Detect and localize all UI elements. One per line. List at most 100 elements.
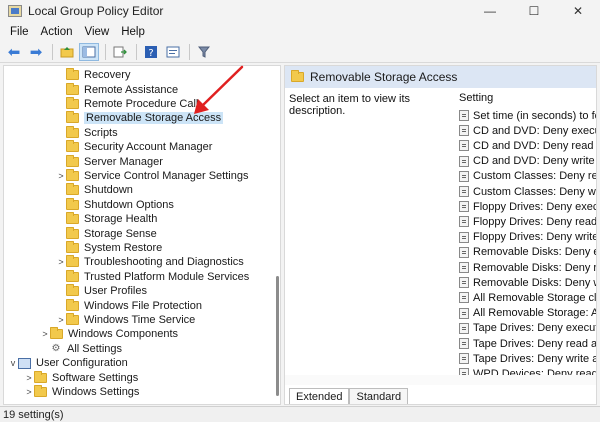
tree-item[interactable]: Storage Health [56,212,157,226]
back-arrow-icon[interactable]: ⬅ [4,43,24,61]
tree-item-label: Shutdown Options [84,198,174,211]
setting-label: All Removable Storage: Allo [473,307,597,320]
setting-label: Tape Drives: Deny execute a [473,322,596,335]
chevron-right-icon[interactable]: > [24,373,34,383]
policy-setting-icon [459,201,469,213]
help-icon[interactable]: ? [141,43,161,61]
properties-icon[interactable] [163,43,183,61]
red-annotation-arrow-icon [194,65,244,114]
setting-row[interactable]: CD and DVD: Deny execute [459,123,596,138]
forward-arrow-icon[interactable]: ➡ [26,43,46,61]
tree-item-label: Storage Health [84,213,158,226]
up-folder-icon[interactable] [57,43,77,61]
folder-icon [34,384,47,397]
tree-item[interactable]: Server Manager [56,154,163,168]
folder-icon [66,255,79,268]
folder-icon [66,140,79,153]
tree-item[interactable]: Security Account Manager [56,140,212,154]
setting-row[interactable]: Set time (in seconds) to for [459,108,596,123]
chevron-down-icon[interactable]: v [8,358,18,368]
policy-setting-icon [459,353,469,365]
tree-item-label: Server Manager [84,155,163,168]
setting-row[interactable]: CD and DVD: Deny read acc [459,138,596,153]
tree-item[interactable]: Remote Procedure Call [56,96,198,111]
tree-scrollbar-thumb[interactable] [276,276,279,396]
setting-row[interactable]: Tape Drives: Deny execute a [459,321,596,336]
export-list-icon[interactable] [110,43,130,61]
setting-row[interactable]: Removable Disks: Deny rea [459,260,597,275]
setting-row[interactable]: All Removable Storage clas [459,290,597,305]
policy-setting-icon [459,246,469,258]
maximize-button[interactable]: ☐ [512,0,556,22]
tree-item[interactable]: Remote Assistance [56,82,178,96]
show-hide-tree-icon[interactable] [79,42,99,61]
tree-item-label: Service Control Manager Settings [84,169,249,182]
setting-label: Removable Disks: Deny rea [473,261,597,274]
chevron-right-icon[interactable]: > [56,257,66,267]
chevron-right-icon[interactable]: > [24,387,34,397]
folder-icon [66,284,79,297]
tree-item[interactable]: > Service Control Manager Settings [56,168,249,183]
menu-view[interactable]: View [79,26,116,38]
tree-item[interactable]: Storage Sense [56,226,157,240]
tree-item[interactable]: Scripts [56,125,118,140]
chevron-right-icon[interactable]: > [56,315,66,325]
setting-row[interactable]: All Removable Storage: Allo [459,306,597,321]
policy-setting-icon [459,292,469,304]
folder-icon [50,327,63,340]
policy-setting-icon [459,170,469,182]
chevron-right-icon[interactable]: > [40,329,50,339]
setting-row[interactable]: Removable Disks: Deny writ [459,275,596,290]
tree-item-label: User Profiles [84,285,147,298]
tree-item[interactable]: System Restore [56,240,162,255]
tree-item[interactable]: Recovery [56,68,130,82]
setting-row[interactable]: Tape Drives: Deny write acc [459,351,596,366]
setting-row[interactable]: Custom Classes: Deny write [459,184,596,199]
tree-item[interactable]: > Windows Settings [24,384,139,399]
policy-setting-icon [459,338,469,349]
toolbar-separator [105,43,106,60]
menu-bar: File Action View Help [0,22,600,41]
setting-row[interactable]: Floppy Drives: Deny write a [459,230,596,245]
folder-icon [66,125,79,138]
close-button[interactable]: ✕ [556,0,600,22]
status-text: 19 setting(s) [3,408,64,421]
tree-item[interactable]: > Troubleshooting and Diagnostics [56,255,244,269]
tree-item[interactable]: User Profiles [56,284,147,298]
tab-standard[interactable]: Standard [349,388,409,404]
setting-row[interactable]: Tape Drives: Deny read acce [459,336,596,351]
tree-item-label: User Configuration [36,357,128,370]
setting-label: Floppy Drives: Deny execut [473,200,597,213]
setting-row[interactable]: CD and DVD: Deny write ac [459,154,596,169]
setting-label: CD and DVD: Deny read acc [473,139,596,152]
setting-column-header[interactable]: Setting [459,92,493,104]
horizontal-scrollbar[interactable] [285,375,596,385]
toolbar-separator [189,43,190,60]
chevron-right-icon[interactable]: > [56,171,66,181]
setting-row[interactable]: Floppy Drives: Deny read ac [459,214,596,229]
setting-row[interactable]: Floppy Drives: Deny execut [459,199,597,214]
menu-help[interactable]: Help [115,26,151,38]
tab-extended[interactable]: Extended [289,388,350,404]
minimize-button[interactable]: — [468,0,512,22]
folder-icon [66,168,79,181]
tree-item[interactable]: v User Configuration [8,356,128,370]
tree-item[interactable]: ⚙ All Settings [40,342,123,356]
tree-item[interactable]: > Windows Components [40,327,178,341]
tree-item[interactable]: > Software Settings [24,370,138,384]
menu-action[interactable]: Action [35,26,79,38]
tree-item-label: Shutdown [84,184,133,197]
menu-file[interactable]: File [4,26,35,38]
setting-row[interactable]: Removable Disks: Deny exe [459,245,596,260]
policy-setting-icon [459,277,469,289]
tree-item[interactable]: > Windows Time Service [56,312,195,327]
tree-item[interactable]: Shutdown [56,183,133,197]
filter-icon[interactable] [194,43,214,61]
folder-icon [66,212,79,225]
setting-label: All Removable Storage clas [473,291,597,304]
tree-item[interactable]: Trusted Platform Module Services [56,269,249,284]
setting-row[interactable]: Custom Classes: Deny read [459,169,596,184]
policy-setting-icon [459,140,469,152]
tree-item[interactable]: Windows File Protection [56,298,202,312]
tree-item[interactable]: Shutdown Options [56,197,174,212]
